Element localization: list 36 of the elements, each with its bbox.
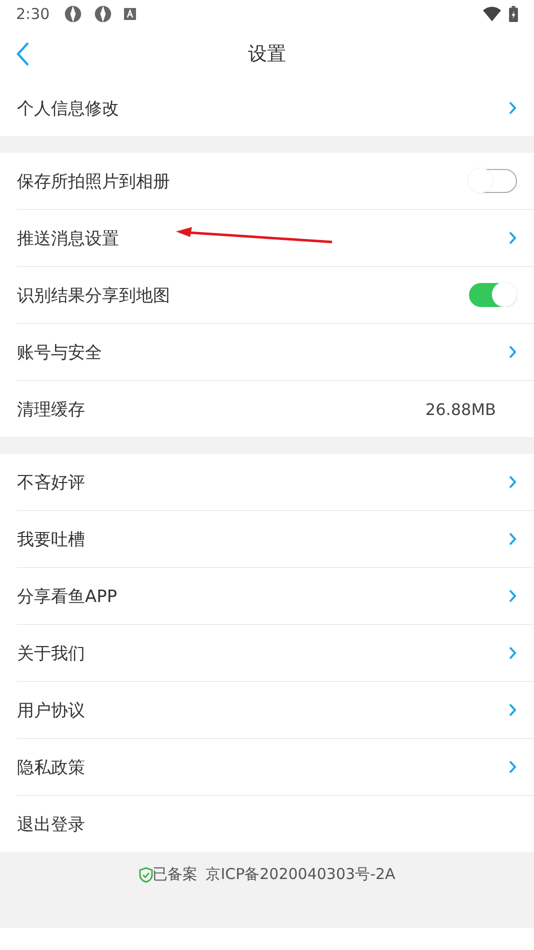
chevron-right-icon [508, 646, 517, 660]
setting-label[interactable]: 关于我们 [17, 642, 508, 664]
chevron-right-icon [508, 532, 517, 546]
back-chevron-icon [16, 41, 30, 67]
shield-check-icon [138, 867, 153, 883]
chevron-right-icon [508, 760, 517, 774]
app-notification-icon [94, 5, 112, 23]
setting-label[interactable]: 个人信息修改 [17, 96, 508, 120]
setting-label[interactable]: 隐私政策 [17, 756, 508, 778]
setting-label[interactable]: 推送消息设置 [17, 226, 508, 250]
toggle-switch[interactable] [469, 169, 517, 193]
setting-label[interactable]: 不吝好评 [17, 470, 508, 494]
keyboard-icon [124, 8, 136, 20]
cache-size: 26.88MB [425, 400, 496, 418]
chevron-right-icon [508, 703, 517, 717]
chevron-right-icon [508, 101, 517, 115]
setting-label: 识别结果分享到地图 [17, 284, 171, 306]
setting-label[interactable]: 退出登录 [17, 812, 517, 836]
setting-label[interactable]: 账号与安全 [17, 340, 508, 364]
verified-label: 已备案 [152, 865, 198, 884]
setting-label[interactable]: 我要吐槽 [17, 528, 508, 550]
wifi-icon [483, 5, 501, 23]
battery-icon [509, 6, 518, 22]
page-title: 设置 [248, 42, 286, 67]
status-time: 2:30 [16, 5, 50, 23]
setting-label: 保存所拍照片到相册 [17, 170, 171, 192]
setting-label[interactable]: 分享看鱼APP [17, 584, 508, 608]
setting-label: 清理缓存 [17, 398, 86, 420]
chevron-right-icon [508, 231, 517, 245]
icp-number: 京ICP备2020040303号-2A [206, 865, 396, 884]
chevron-right-icon [508, 345, 517, 359]
app-notification-icon [64, 5, 82, 23]
setting-label[interactable]: 用户协议 [17, 698, 508, 722]
chevron-right-icon [508, 589, 517, 603]
toggle-switch[interactable] [469, 283, 517, 307]
chevron-right-icon [508, 475, 517, 489]
